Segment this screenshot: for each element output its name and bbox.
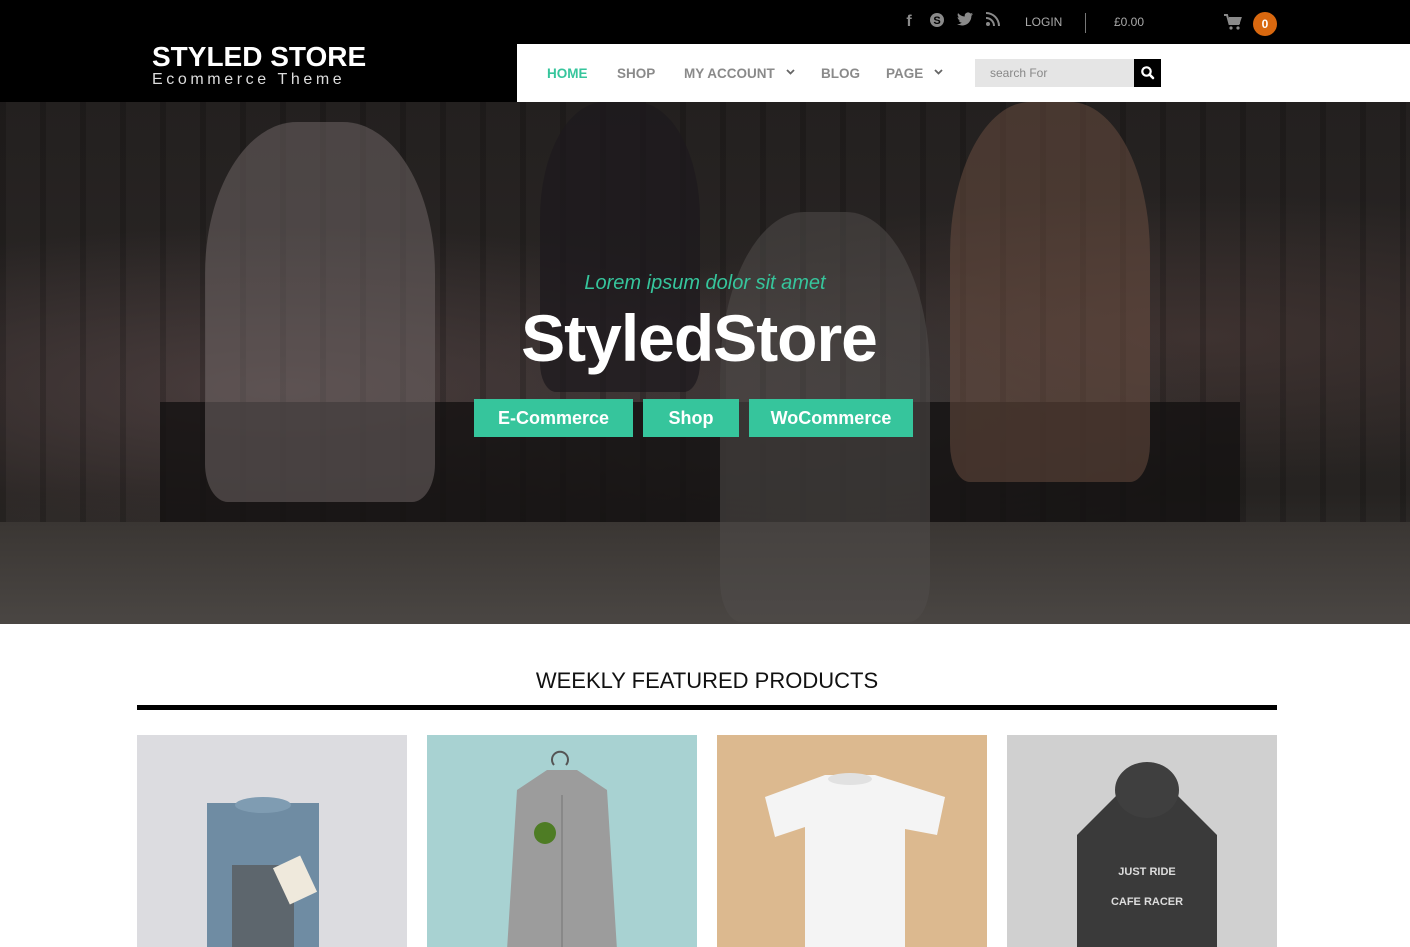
nav-item-shop[interactable]: SHOP <box>617 66 655 81</box>
svg-text:JUST RIDE: JUST RIDE <box>1118 866 1175 878</box>
section-divider <box>137 705 1277 710</box>
product-card[interactable] <box>427 735 697 947</box>
nav-item-page[interactable]: PAGE <box>886 66 923 81</box>
hero-subtitle: Lorem ipsum dolor sit amet <box>584 272 826 294</box>
product-image-sweatshirt <box>207 797 319 947</box>
twitter-icon[interactable] <box>956 12 974 32</box>
nav-item-my-account[interactable]: MY ACCOUNT <box>684 66 775 81</box>
hero-button-shop[interactable]: Shop <box>643 399 739 437</box>
site-logo-subtitle: Ecommerce Theme <box>152 71 346 88</box>
nav-item-blog[interactable]: BLOG <box>821 66 860 81</box>
section-title: WEEKLY FEATURED PRODUCTS <box>535 668 879 693</box>
svg-text:S: S <box>933 15 940 27</box>
hero-button-ecommerce[interactable]: E-Commerce <box>474 399 633 437</box>
search-input[interactable] <box>975 59 1134 87</box>
top-bar <box>0 0 1410 44</box>
rss-icon[interactable] <box>984 12 1002 32</box>
product-card[interactable]: JUST RIDE CAFE RACER <box>1007 735 1277 947</box>
search-icon <box>1141 66 1155 80</box>
chevron-down-icon[interactable] <box>934 66 943 78</box>
product-card[interactable] <box>717 735 987 947</box>
hero-banner: Lorem ipsum dolor sit amet StyledStore E… <box>0 102 1410 624</box>
chevron-down-icon[interactable] <box>786 66 795 78</box>
cart-count-badge[interactable]: 0 <box>1253 12 1277 36</box>
facebook-icon[interactable]: f <box>900 12 918 32</box>
search-button[interactable] <box>1134 59 1161 87</box>
cart-icon[interactable] <box>1224 14 1242 32</box>
login-link[interactable]: LOGIN <box>1025 15 1062 29</box>
hero-button-woocommerce[interactable]: WoCommerce <box>749 399 913 437</box>
product-image-cardigan <box>507 750 617 947</box>
hero-title: StyledStore <box>521 301 878 375</box>
site-logo-title[interactable]: STYLED STORE <box>152 41 366 73</box>
cart-total: £0.00 <box>1114 15 1145 29</box>
nav-item-home[interactable]: HOME <box>547 66 588 81</box>
product-card[interactable] <box>137 735 407 947</box>
product-image-tshirt <box>765 773 945 947</box>
skype-icon[interactable]: S <box>928 12 946 32</box>
topbar-divider <box>1085 13 1086 33</box>
svg-text:CAFE RACER: CAFE RACER <box>1111 896 1183 908</box>
product-image-hoodie: JUST RIDE CAFE RACER <box>1077 762 1217 947</box>
social-links: f S <box>900 12 1002 32</box>
hero-ground <box>0 522 1410 624</box>
